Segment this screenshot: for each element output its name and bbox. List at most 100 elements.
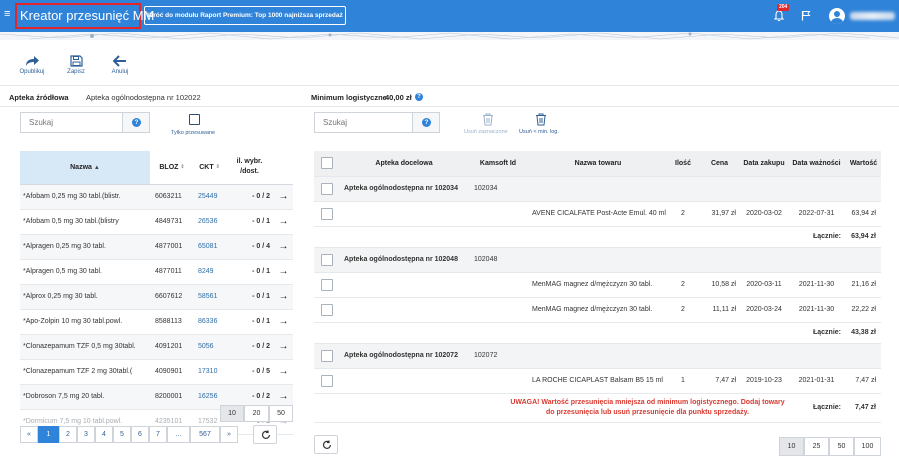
product-row[interactable]: *Alpragen 0,5 mg 30 tabl. 4877011 8249- 0 … [20, 259, 293, 285]
left-page-size-50[interactable]: 50 [269, 405, 293, 422]
product-ckt-link[interactable]: 86336 [194, 309, 225, 335]
right-refresh-button[interactable] [314, 435, 338, 454]
floppy-disk-icon [69, 55, 83, 67]
left-page-size-10[interactable]: 10 [220, 405, 244, 422]
move-arrow-icon[interactable]: → [274, 334, 293, 360]
move-item-row[interactable]: MenMAG magnez d/mężczyzn 30 tabl. 2 10,58 … [314, 272, 881, 298]
right-search-help-button[interactable]: ? [412, 113, 439, 132]
group-checkbox[interactable] [321, 182, 333, 195]
left-search-help-button[interactable]: ? [122, 113, 149, 132]
page-button[interactable]: 567 [190, 426, 220, 443]
right-search-input[interactable] [315, 113, 413, 132]
move-arrow-icon[interactable]: → [274, 209, 293, 235]
right-page-size-10[interactable]: 10 [779, 437, 804, 456]
product-ckt-link[interactable]: 8249 [194, 259, 225, 285]
group-checkbox[interactable] [321, 349, 333, 362]
group-total-row: Łącznie: 63,94 zł [314, 226, 881, 248]
page-button[interactable]: 5 [113, 426, 131, 443]
item-expiry-date: 2021-11-30 [787, 297, 846, 323]
product-ckt-link[interactable]: 17310 [194, 359, 225, 385]
product-row[interactable]: *Alprox 0,25 mg 30 tabl. 6607612 58561- 0 … [20, 284, 293, 310]
left-refresh-button[interactable] [253, 425, 277, 444]
bell-icon[interactable] [773, 10, 785, 22]
back-to-module-button[interactable]: Wróć do modułu Raport Premium: Top 1000 … [144, 6, 346, 25]
info-icon[interactable]: ? [415, 93, 423, 101]
product-ckt-link[interactable]: 25449 [194, 184, 225, 210]
min-logistic-label: Minimum logistyczne [311, 93, 387, 102]
remove-below-min-button[interactable]: Usuń < min. log. [519, 129, 559, 135]
product-name: *Alpragen 0,5 mg 30 tabl. [20, 259, 150, 285]
product-row[interactable]: *Alpragen 0,25 mg 30 tabl. 4877001 65081- … [20, 234, 293, 260]
page-next-button[interactable]: » [220, 426, 238, 443]
sort-asc-icon: ▲ [93, 164, 100, 171]
move-arrow-icon[interactable]: → [274, 234, 293, 260]
move-arrow-icon[interactable]: → [274, 309, 293, 335]
product-row[interactable]: *Apo-Zolpin 10 mg 30 tabl.powl. 8588113 86… [20, 309, 293, 335]
save-button[interactable]: Zapisz [59, 55, 93, 75]
user-name-blurred [850, 12, 895, 20]
col-name-header[interactable]: Nazwa ▲ [20, 151, 150, 185]
flag-icon[interactable] [801, 10, 811, 21]
left-search-input[interactable] [21, 113, 123, 132]
page-button[interactable]: 2 [59, 426, 77, 443]
page-button[interactable]: 1 [38, 426, 59, 443]
product-name: *Clonazepamum TZF 2 mg 30tabl.( [20, 359, 150, 385]
remove-selected-button[interactable]: Usuń zaznaczone [464, 129, 508, 135]
right-page-size-25[interactable]: 25 [804, 437, 829, 456]
group-total-value: 43,38 zł [846, 322, 881, 344]
col-ckt-header[interactable]: CKT ⇕ [194, 151, 225, 185]
move-item-row[interactable]: MenMAG magnez d/mężczyzn 30 tabl. 2 11,11 … [314, 297, 881, 323]
hamburger-menu-icon[interactable]: ≡ [4, 9, 13, 20]
item-checkbox-cell [314, 272, 340, 298]
item-price: 31,97 zł [698, 201, 741, 227]
col-expiry-header: Data ważności [787, 151, 846, 177]
item-checkbox[interactable] [321, 303, 333, 316]
item-purchase-date: 2019-10-23 [741, 368, 787, 394]
right-page-size-50[interactable]: 50 [829, 437, 854, 456]
product-row[interactable]: *Clonazepamum TZF 2 mg 30tabl.(4090901 17… [20, 359, 293, 385]
group-total-row: UWAGA! Wartość przesunięcia mniejsza od … [314, 393, 881, 423]
product-ckt-link[interactable]: 26536 [194, 209, 225, 235]
product-ckt-link[interactable]: 65081 [194, 234, 225, 260]
publish-button[interactable]: Opublikuj [15, 55, 49, 75]
page-button[interactable]: 3 [77, 426, 95, 443]
cancel-button[interactable]: Anuluj [103, 55, 137, 75]
item-checkbox[interactable] [321, 374, 333, 387]
select-all-checkbox[interactable] [321, 157, 333, 170]
product-bloz: 4091201 [150, 334, 194, 360]
item-checkbox[interactable] [321, 278, 333, 291]
left-page-size-20[interactable]: 20 [244, 405, 269, 422]
only-moved-checkbox[interactable] [189, 114, 200, 125]
page-button[interactable]: 6 [131, 426, 149, 443]
arrow-left-icon [113, 55, 126, 67]
move-item-row[interactable]: LA ROCHE CICAPLAST Balsam B5 15 ml 1 7,47 … [314, 368, 881, 394]
product-ckt-link[interactable]: 58561 [194, 284, 225, 310]
product-row[interactable]: *Clonazepamum TZF 0,5 mg 30tabl. 4091201 5… [20, 334, 293, 360]
page-prev-button[interactable]: « [20, 426, 38, 443]
group-checkbox[interactable] [321, 253, 333, 266]
move-item-row[interactable]: AVENE CICALFATE Post-Acte Emul. 40 ml 2 31… [314, 201, 881, 227]
page-button[interactable]: ... [167, 426, 190, 443]
move-arrow-icon[interactable]: → [274, 184, 293, 210]
item-checkbox[interactable] [321, 207, 333, 220]
move-arrow-icon[interactable]: → [274, 359, 293, 385]
page-button[interactable]: 4 [95, 426, 113, 443]
product-quantity: - 0 / 2 [225, 184, 274, 210]
item-expiry-date: 2021-11-30 [787, 272, 846, 298]
user-avatar[interactable] [829, 8, 845, 24]
move-arrow-icon[interactable]: → [274, 284, 293, 310]
product-bloz: 8200001 [150, 384, 194, 410]
product-row[interactable]: *Afobam 0,25 mg 30 tabl.(blistr. 6063211 2… [20, 184, 293, 210]
product-row[interactable]: *Afobam 0,5 mg 30 tabl.(blistry 4849731 26… [20, 209, 293, 235]
item-empty [340, 201, 468, 227]
col-bloz-header[interactable]: BLOZ ⇕ [150, 151, 194, 185]
right-page-size-100[interactable]: 100 [854, 437, 881, 456]
warning-cell: UWAGA! Wartość przesunięcia mniejsza od … [468, 393, 787, 423]
product-ckt-link[interactable]: 5056 [194, 334, 225, 360]
total-label: Łącznie: [787, 322, 846, 344]
select-all-header [314, 151, 340, 177]
item-product-name: LA ROCHE CICAPLAST Balsam B5 15 ml [528, 368, 668, 394]
move-arrow-icon[interactable]: → [274, 259, 293, 285]
page-button[interactable]: 7 [149, 426, 167, 443]
product-name: *Apo-Zolpin 10 mg 30 tabl.powl. [20, 309, 150, 335]
